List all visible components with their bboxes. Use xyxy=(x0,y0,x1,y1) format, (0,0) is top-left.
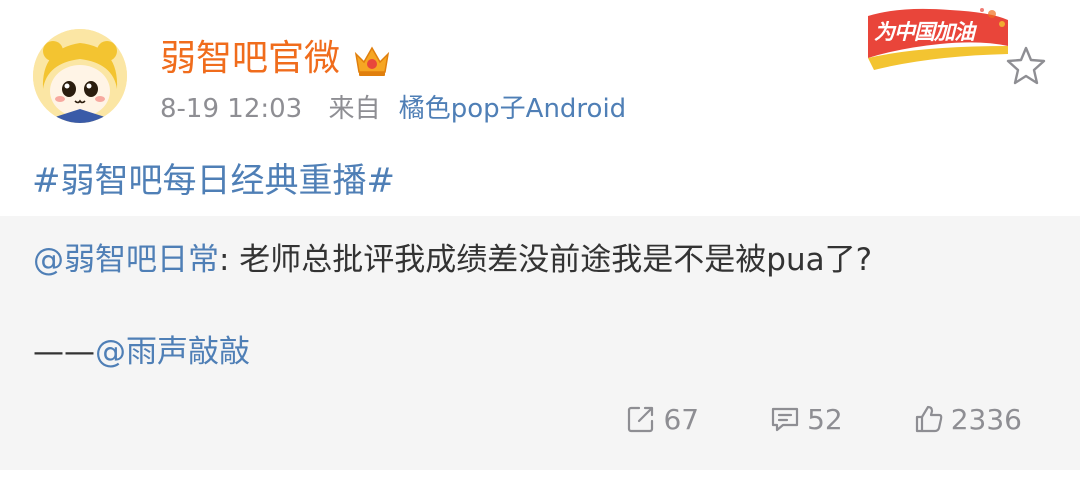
signature-dash: —— xyxy=(33,334,95,370)
crown-icon xyxy=(354,46,390,76)
repost-panel[interactable]: @弱智吧日常: 老师总批评我成绩差没前途我是不是被pua了? ——@雨声敲敲 6… xyxy=(0,216,1080,470)
weibo-post: 弱智吧官微 8-19 12:03 来自 橘色pop子Android 为中国加油 … xyxy=(0,0,1080,494)
username[interactable]: 弱智吧官微 xyxy=(160,36,340,82)
star-icon[interactable] xyxy=(1004,44,1048,88)
post-meta: 8-19 12:03 来自 橘色pop子Android xyxy=(160,92,626,126)
like-button[interactable]: 2336 xyxy=(913,403,1022,436)
like-count: 2336 xyxy=(950,402,1022,436)
post-time: 8-19 12:03 xyxy=(160,94,303,124)
hashtag-link[interactable]: #弱智吧每日经典重播# xyxy=(32,158,395,204)
avatar[interactable] xyxy=(33,29,127,123)
cheer-badge: 为中国加油 xyxy=(860,6,1012,72)
repost-text: : 老师总批评我成绩差没前途我是不是被pua了? xyxy=(219,242,873,278)
avatar-image xyxy=(33,29,127,123)
comment-count: 52 xyxy=(807,402,843,436)
repost-button[interactable]: 67 xyxy=(625,403,699,436)
like-icon xyxy=(915,405,943,433)
repost-signature: ——@雨声敲敲 xyxy=(33,330,250,374)
comment-icon xyxy=(771,407,799,432)
source-prefix: 来自 xyxy=(328,94,381,124)
repost-icon xyxy=(628,406,654,433)
signature-mention[interactable]: @雨声敲敲 xyxy=(95,334,250,370)
source-name[interactable]: 橘色pop子Android xyxy=(399,94,626,124)
comment-button[interactable]: 52 xyxy=(769,403,843,436)
action-bar: 67 52 2336 xyxy=(625,399,1022,439)
repost-author-mention[interactable]: @弱智吧日常 xyxy=(33,242,219,278)
repost-content: @弱智吧日常: 老师总批评我成绩差没前途我是不是被pua了? xyxy=(33,238,872,282)
badge-text: 为中国加油 xyxy=(874,20,975,44)
repost-count: 67 xyxy=(663,402,700,436)
